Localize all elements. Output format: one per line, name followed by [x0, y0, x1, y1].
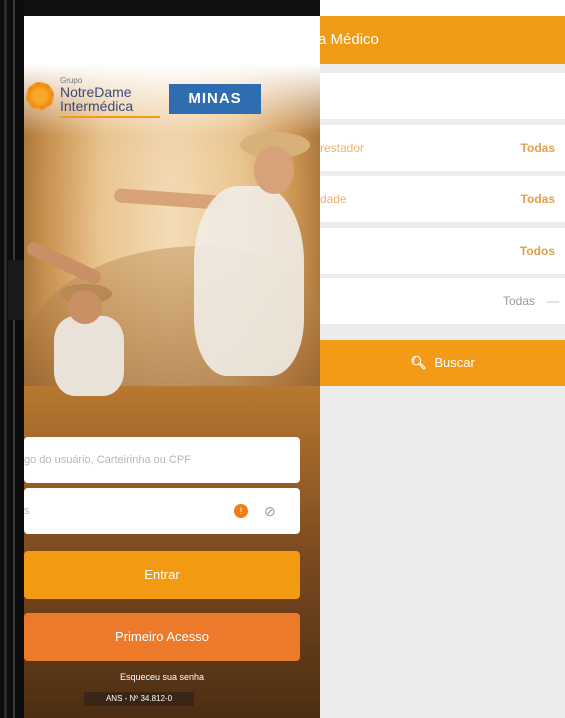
filter-label: restador — [320, 141, 365, 155]
bezel-stripe — [13, 0, 15, 718]
brand-name: Intermédica — [60, 98, 134, 114]
photo-figure — [54, 316, 124, 396]
search-input[interactable] — [320, 73, 565, 119]
filter-provider[interactable]: restador Todas — [320, 125, 565, 171]
search-screen: a Médico restador Todas dade Todas Todos… — [320, 0, 565, 718]
photo-figure — [24, 239, 104, 287]
filter-specialty[interactable]: dade Todas — [320, 176, 565, 222]
header-title: a Médico — [320, 31, 379, 48]
brand-underline — [60, 116, 160, 118]
password-placeholder: s — [24, 505, 30, 517]
filter-value: Todas — [520, 192, 555, 206]
photo-figure — [68, 290, 102, 324]
photo-figure — [194, 186, 304, 376]
filter-value: Todos — [519, 244, 555, 258]
photo-figure — [254, 146, 294, 194]
filter-label: dade — [320, 192, 347, 206]
username-placeholder: go do usuário, Carteirinha ou CPF — [24, 454, 191, 466]
login-screen: Grupo NotreDame Intermédica MINAS go do … — [24, 16, 320, 718]
username-input[interactable]: go do usuário, Carteirinha ou CPF — [24, 437, 300, 483]
password-input[interactable]: s ! ⊘ — [24, 488, 300, 534]
login-button[interactable]: Entrar — [24, 551, 300, 599]
filter-value: Todas — [520, 141, 555, 155]
filter-third[interactable]: Todos — [320, 228, 565, 274]
sun-logo-icon — [26, 82, 54, 110]
first-access-button[interactable]: Primeiro Acesso — [24, 613, 300, 661]
forgot-password-link[interactable]: Esqueceu sua senha — [24, 672, 300, 682]
brand-logo: Grupo NotreDame Intermédica — [26, 76, 166, 122]
filter-dash: — — [547, 294, 559, 308]
eye-off-icon[interactable]: ⊘ — [264, 488, 276, 534]
bezel-stripe — [4, 0, 7, 718]
warning-icon: ! — [234, 504, 248, 518]
filter-fourth[interactable]: Todas — — [320, 278, 565, 324]
filter-value: Todas — [502, 294, 535, 308]
search-icon: 🔍︎ — [410, 355, 427, 370]
bezel-button — [8, 260, 24, 320]
brand-region-badge: MINAS — [169, 84, 261, 114]
search-button-label: Buscar — [434, 355, 475, 370]
device-bezel — [0, 0, 24, 718]
search-button[interactable]: 🔍︎ Buscar — [320, 340, 565, 386]
status-area — [320, 0, 565, 16]
ans-registration: ANS - Nº 34.812-0 — [84, 692, 194, 706]
search-header: a Médico — [320, 16, 565, 64]
